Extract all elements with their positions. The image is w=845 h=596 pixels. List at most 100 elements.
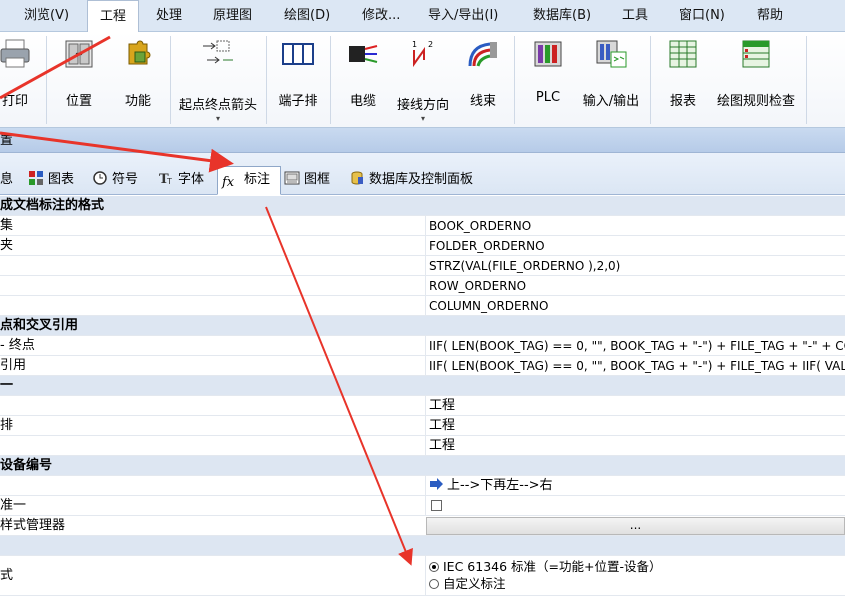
menu-import-export[interactable]: 导入/导出(I) — [428, 0, 498, 32]
property-grid: 成文档标注的格式 集 BOOK_ORDERNO 夹 FOLDER_ORDERNO… — [0, 196, 845, 596]
section-header[interactable]: 设备编号 — [0, 456, 845, 476]
menu-view[interactable]: 浏览(V) — [24, 0, 69, 32]
plc-button[interactable]: PLC — [522, 32, 574, 124]
chevron-down-icon: ▾ — [215, 114, 220, 123]
property-value[interactable]: BOOK_ORDERNO — [425, 216, 845, 235]
menu-modify[interactable]: 修改... — [362, 0, 400, 32]
property-row[interactable]: 工程 — [0, 396, 845, 416]
property-name: 样式管理器 — [0, 518, 66, 533]
menu-project[interactable]: 工程 — [87, 0, 140, 33]
property-value[interactable]: 工程 — [425, 396, 845, 415]
cable-icon — [349, 45, 378, 63]
section-header[interactable] — [0, 536, 845, 556]
property-row[interactable]: COLUMN_ORDERNO — [0, 296, 845, 316]
radio-button-selected[interactable] — [429, 562, 439, 572]
wiring-direction-button[interactable]: 1 2 接线方向 ▾ — [392, 32, 454, 124]
print-label: 打印 — [1, 94, 28, 109]
drawing-check-button[interactable]: 绘图规则检查 — [710, 32, 802, 124]
tab-font-label: 字体 — [178, 172, 205, 187]
ribbon-separator — [170, 36, 171, 124]
property-name: 夹 — [0, 238, 14, 253]
numbering-order-value[interactable]: 上-->下再左-->右 — [425, 476, 845, 495]
svg-text:2: 2 — [428, 40, 433, 49]
report-button[interactable]: 报表 — [660, 32, 706, 124]
tab-bar: 息 图表 符号 T T 字体 fx 标注 图框 数据库及控制面板 — [0, 153, 845, 195]
io-module-icon — [596, 40, 627, 68]
ribbon-separator — [266, 36, 267, 124]
property-row[interactable]: - 终点 IIF( LEN(BOOK_TAG) == 0, "", BOOK_T… — [0, 336, 845, 356]
property-value[interactable]: 工程 — [425, 436, 845, 455]
cable-button[interactable]: 电缆 — [338, 32, 388, 124]
tab-database-panel[interactable]: 数据库及控制面板 — [349, 167, 473, 193]
radio-option-custom[interactable]: 自定义标注 — [429, 575, 845, 592]
menu-window[interactable]: 窗口(N) — [679, 0, 725, 32]
section-header[interactable]: 点和交叉引用 — [0, 316, 845, 336]
property-value[interactable]: IIF( LEN(BOOK_TAG) == 0, "", BOOK_TAG + … — [425, 336, 845, 355]
menu-schematic[interactable]: 原理图 — [213, 0, 252, 32]
section-header[interactable]: 一 — [0, 376, 845, 396]
property-value[interactable]: STRZ(VAL(FILE_ORDERNO ),2,0) — [425, 256, 845, 275]
panel-title-text: 置 — [0, 133, 14, 148]
property-row[interactable]: ROW_ORDERNO — [0, 276, 845, 296]
function-button[interactable]: 功能 — [115, 32, 161, 124]
unique-checkbox[interactable] — [431, 500, 442, 511]
tab-frame[interactable]: 图框 — [284, 167, 330, 193]
property-value[interactable]: IIF( LEN(BOOK_TAG) == 0, "", BOOK_TAG + … — [425, 356, 845, 375]
style-manager-button[interactable]: ... — [426, 517, 845, 535]
tab-font[interactable]: T T 字体 — [158, 167, 204, 193]
terminal-strip-label: 端子排 — [278, 94, 318, 109]
radio-button[interactable] — [429, 579, 439, 589]
property-row[interactable]: STRZ(VAL(FILE_ORDERNO ),2,0) — [0, 256, 845, 276]
tab-annotation[interactable]: fx 标注 — [217, 166, 281, 195]
menu-database[interactable]: 数据库(B) — [533, 0, 591, 32]
property-name — [0, 476, 424, 495]
menu-tools[interactable]: 工具 — [622, 0, 648, 32]
ribbon-separator — [46, 36, 47, 124]
section-label: 成文档标注的格式 — [0, 198, 105, 213]
property-value[interactable]: 工程 — [425, 416, 845, 435]
tab-frame-label: 图框 — [304, 172, 331, 187]
property-row[interactable]: 工程 — [0, 436, 845, 456]
print-button[interactable]: 打印 — [0, 32, 38, 124]
location-cabinet-icon — [65, 40, 93, 68]
ribbon-separator — [330, 36, 331, 124]
section-label: 点和交叉引用 — [0, 318, 79, 333]
start-end-arrow-label: 起点终点箭头 — [178, 98, 257, 113]
property-row[interactable]: 引用 IIF( LEN(BOOK_TAG) == 0, "", BOOK_TAG… — [0, 356, 845, 376]
tab-info[interactable]: 息 — [0, 167, 13, 193]
harness-button[interactable]: 线束 — [458, 32, 508, 124]
menu-help[interactable]: 帮助 — [757, 0, 783, 32]
tab-diagram[interactable]: 图表 — [28, 167, 74, 193]
tab-symbol[interactable]: 符号 — [92, 167, 138, 193]
svg-text:T: T — [166, 177, 172, 186]
tab-annotation-label: 标注 — [244, 172, 271, 187]
io-button[interactable]: 输入/输出 — [578, 32, 644, 124]
property-row[interactable]: 准一 — [0, 496, 845, 516]
property-value[interactable]: ROW_ORDERNO — [425, 276, 845, 295]
radio-option-iec[interactable]: IEC 61346 标准（=功能+位置-设备） — [429, 558, 845, 575]
tab-symbol-label: 符号 — [112, 172, 139, 187]
property-value[interactable]: COLUMN_ORDERNO — [425, 296, 845, 315]
fx-icon: fx — [222, 175, 235, 190]
ribbon-separator — [650, 36, 651, 124]
property-row[interactable]: 夹 FOLDER_ORDERNO — [0, 236, 845, 256]
start-end-arrow-button[interactable]: 起点终点箭头 ▾ — [176, 32, 260, 124]
harness-icon — [468, 42, 497, 67]
svg-text:1: 1 — [412, 40, 417, 49]
plc-icon — [534, 41, 562, 67]
property-row[interactable]: 排 工程 — [0, 416, 845, 436]
ribbon-separator — [514, 36, 515, 124]
property-row[interactable]: 上-->下再左-->右 — [0, 476, 845, 496]
location-button[interactable]: 位置 — [56, 32, 102, 124]
property-row[interactable]: 样式管理器 ... — [0, 516, 845, 536]
io-label: 输入/输出 — [582, 94, 640, 109]
property-value[interactable]: FOLDER_ORDERNO — [425, 236, 845, 255]
section-header[interactable]: 成文档标注的格式 — [0, 196, 845, 216]
property-row[interactable]: 集 BOOK_ORDERNO — [0, 216, 845, 236]
terminal-strip-button[interactable]: 端子排 — [272, 32, 324, 124]
section-label — [0, 536, 424, 555]
ribbon: 打印 位置 功能 起点终点箭头 ▾ 端子排 电缆 1 2 接线方向 ▾ 线束 P… — [0, 32, 845, 128]
menu-draw[interactable]: 绘图(D) — [284, 0, 330, 32]
property-row[interactable]: 式 IEC 61346 标准（=功能+位置-设备） 自定义标注 — [0, 556, 845, 596]
menu-process[interactable]: 处理 — [156, 0, 182, 32]
